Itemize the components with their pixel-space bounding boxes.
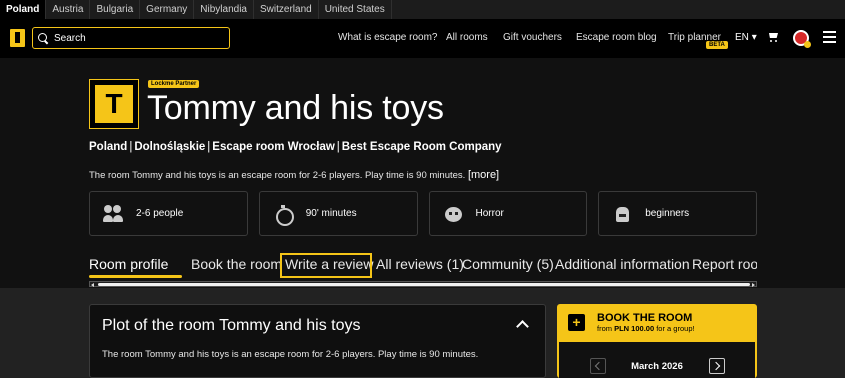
- feature-label: 2-6 people: [136, 208, 184, 219]
- tab-report-room[interactable]: Report room: [692, 256, 757, 272]
- site-logo[interactable]: [10, 29, 25, 47]
- tab-all-reviews[interactable]: All reviews (1): [376, 256, 464, 272]
- feature-label: beginners: [645, 208, 690, 219]
- feature-time: 90' minutes: [258, 191, 418, 236]
- active-tab-underline: [89, 275, 182, 278]
- next-month-button[interactable]: [709, 358, 725, 374]
- breadcrumb-company[interactable]: Best Escape Room Company: [342, 141, 502, 153]
- room-logo: T: [89, 79, 139, 129]
- scrollbar-thumb[interactable]: [98, 283, 750, 286]
- notification-dot-icon: [804, 41, 811, 48]
- tab-book-the-room[interactable]: Book the room: [191, 256, 282, 272]
- search-icon: [38, 32, 49, 44]
- people-icon: [103, 204, 124, 223]
- calendar-panel: March 2026: [559, 342, 755, 378]
- booking-title: BOOK THE ROOM: [597, 312, 693, 324]
- feature-genre: Horror: [428, 191, 588, 236]
- price-prefix: from: [597, 324, 612, 333]
- language-label: EN: [735, 32, 749, 43]
- feature-list: 2-6 people 90' minutes Horror beginners: [89, 191, 757, 236]
- page-title: Tommy and his toys: [147, 89, 444, 127]
- breadcrumb-country[interactable]: Poland: [89, 141, 127, 153]
- breadcrumb-region[interactable]: Dolnośląskie: [134, 141, 205, 153]
- hamburger-menu-icon[interactable]: [823, 31, 836, 43]
- language-selector[interactable]: EN ▾: [735, 32, 757, 43]
- tab-bar: Room profile Book the room Write a revie…: [89, 255, 757, 279]
- country-united-states[interactable]: United States: [319, 0, 392, 19]
- room-logo-letter: T: [105, 88, 123, 119]
- month-label: March 2026: [631, 361, 683, 372]
- tabs-scrollbar[interactable]: [89, 281, 757, 287]
- booking-card: BOOK THE ROOM from PLN 100.00 for a grou…: [557, 304, 757, 378]
- breadcrumb-separator: |: [207, 141, 211, 153]
- price-value: PLN 100.00: [614, 324, 655, 333]
- calendar-add-icon: [568, 314, 585, 331]
- country-nibylandia[interactable]: Nibylandia: [194, 0, 254, 19]
- country-bar: Poland Austria Bulgaria Germany Nibyland…: [0, 0, 845, 19]
- tab-room-profile[interactable]: Room profile: [89, 256, 168, 272]
- price-suffix: for a group!: [656, 324, 695, 333]
- write-review-focus-outline: [280, 253, 372, 278]
- chevron-up-icon[interactable]: [516, 320, 529, 333]
- nav-all-rooms[interactable]: All rooms: [446, 32, 488, 43]
- nav-gift-vouchers[interactable]: Gift vouchers: [503, 32, 562, 43]
- chevron-down-icon: ▾: [751, 32, 757, 43]
- country-germany[interactable]: Germany: [140, 0, 195, 19]
- feature-label: 90' minutes: [305, 208, 357, 219]
- plot-card: Plot of the room Tommy and his toys The …: [89, 304, 546, 378]
- country-poland[interactable]: Poland: [0, 0, 47, 19]
- country-switzerland[interactable]: Switzerland: [254, 0, 319, 19]
- search-box[interactable]: [32, 27, 230, 49]
- feature-label: Horror: [475, 208, 504, 219]
- description-text: The room Tommy and his toys is an escape…: [89, 170, 466, 181]
- plot-text: The room Tommy and his toys is an escape…: [102, 349, 479, 360]
- country-austria[interactable]: Austria: [46, 0, 91, 19]
- scroll-left-icon[interactable]: [91, 283, 94, 287]
- search-input[interactable]: [54, 32, 224, 44]
- partner-badge: Lockme Partner: [148, 80, 200, 88]
- cart-icon[interactable]: [767, 32, 779, 42]
- nav-what-is-escape-room[interactable]: What is escape room?: [338, 32, 438, 43]
- breadcrumb-separator: |: [129, 141, 133, 153]
- scroll-right-icon[interactable]: [752, 283, 755, 287]
- booking-subtitle: from PLN 100.00 for a group!: [597, 324, 695, 333]
- level-icon: [613, 205, 633, 223]
- beta-badge: BETA: [706, 41, 728, 49]
- site-header: What is escape room? All rooms Gift vouc…: [0, 19, 845, 58]
- feature-players: 2-6 people: [89, 191, 248, 236]
- room-description: The room Tommy and his toys is an escape…: [89, 169, 499, 181]
- breadcrumb: Poland | Dolnośląskie | Escape room Wrocła…: [89, 141, 502, 153]
- tab-community[interactable]: Community (5): [462, 256, 554, 272]
- country-bulgaria[interactable]: Bulgaria: [90, 0, 141, 19]
- breadcrumb-city[interactable]: Escape room Wrocław: [212, 141, 335, 153]
- timer-icon: [274, 204, 294, 226]
- more-link[interactable]: [more]: [468, 169, 499, 181]
- horror-icon: [444, 205, 464, 223]
- plot-title[interactable]: Plot of the room Tommy and his toys: [102, 317, 360, 335]
- feature-level: beginners: [598, 191, 757, 236]
- breadcrumb-separator: |: [336, 141, 340, 153]
- tab-additional-information[interactable]: Additional information: [555, 256, 690, 272]
- nav-escape-room-blog[interactable]: Escape room blog: [576, 32, 657, 43]
